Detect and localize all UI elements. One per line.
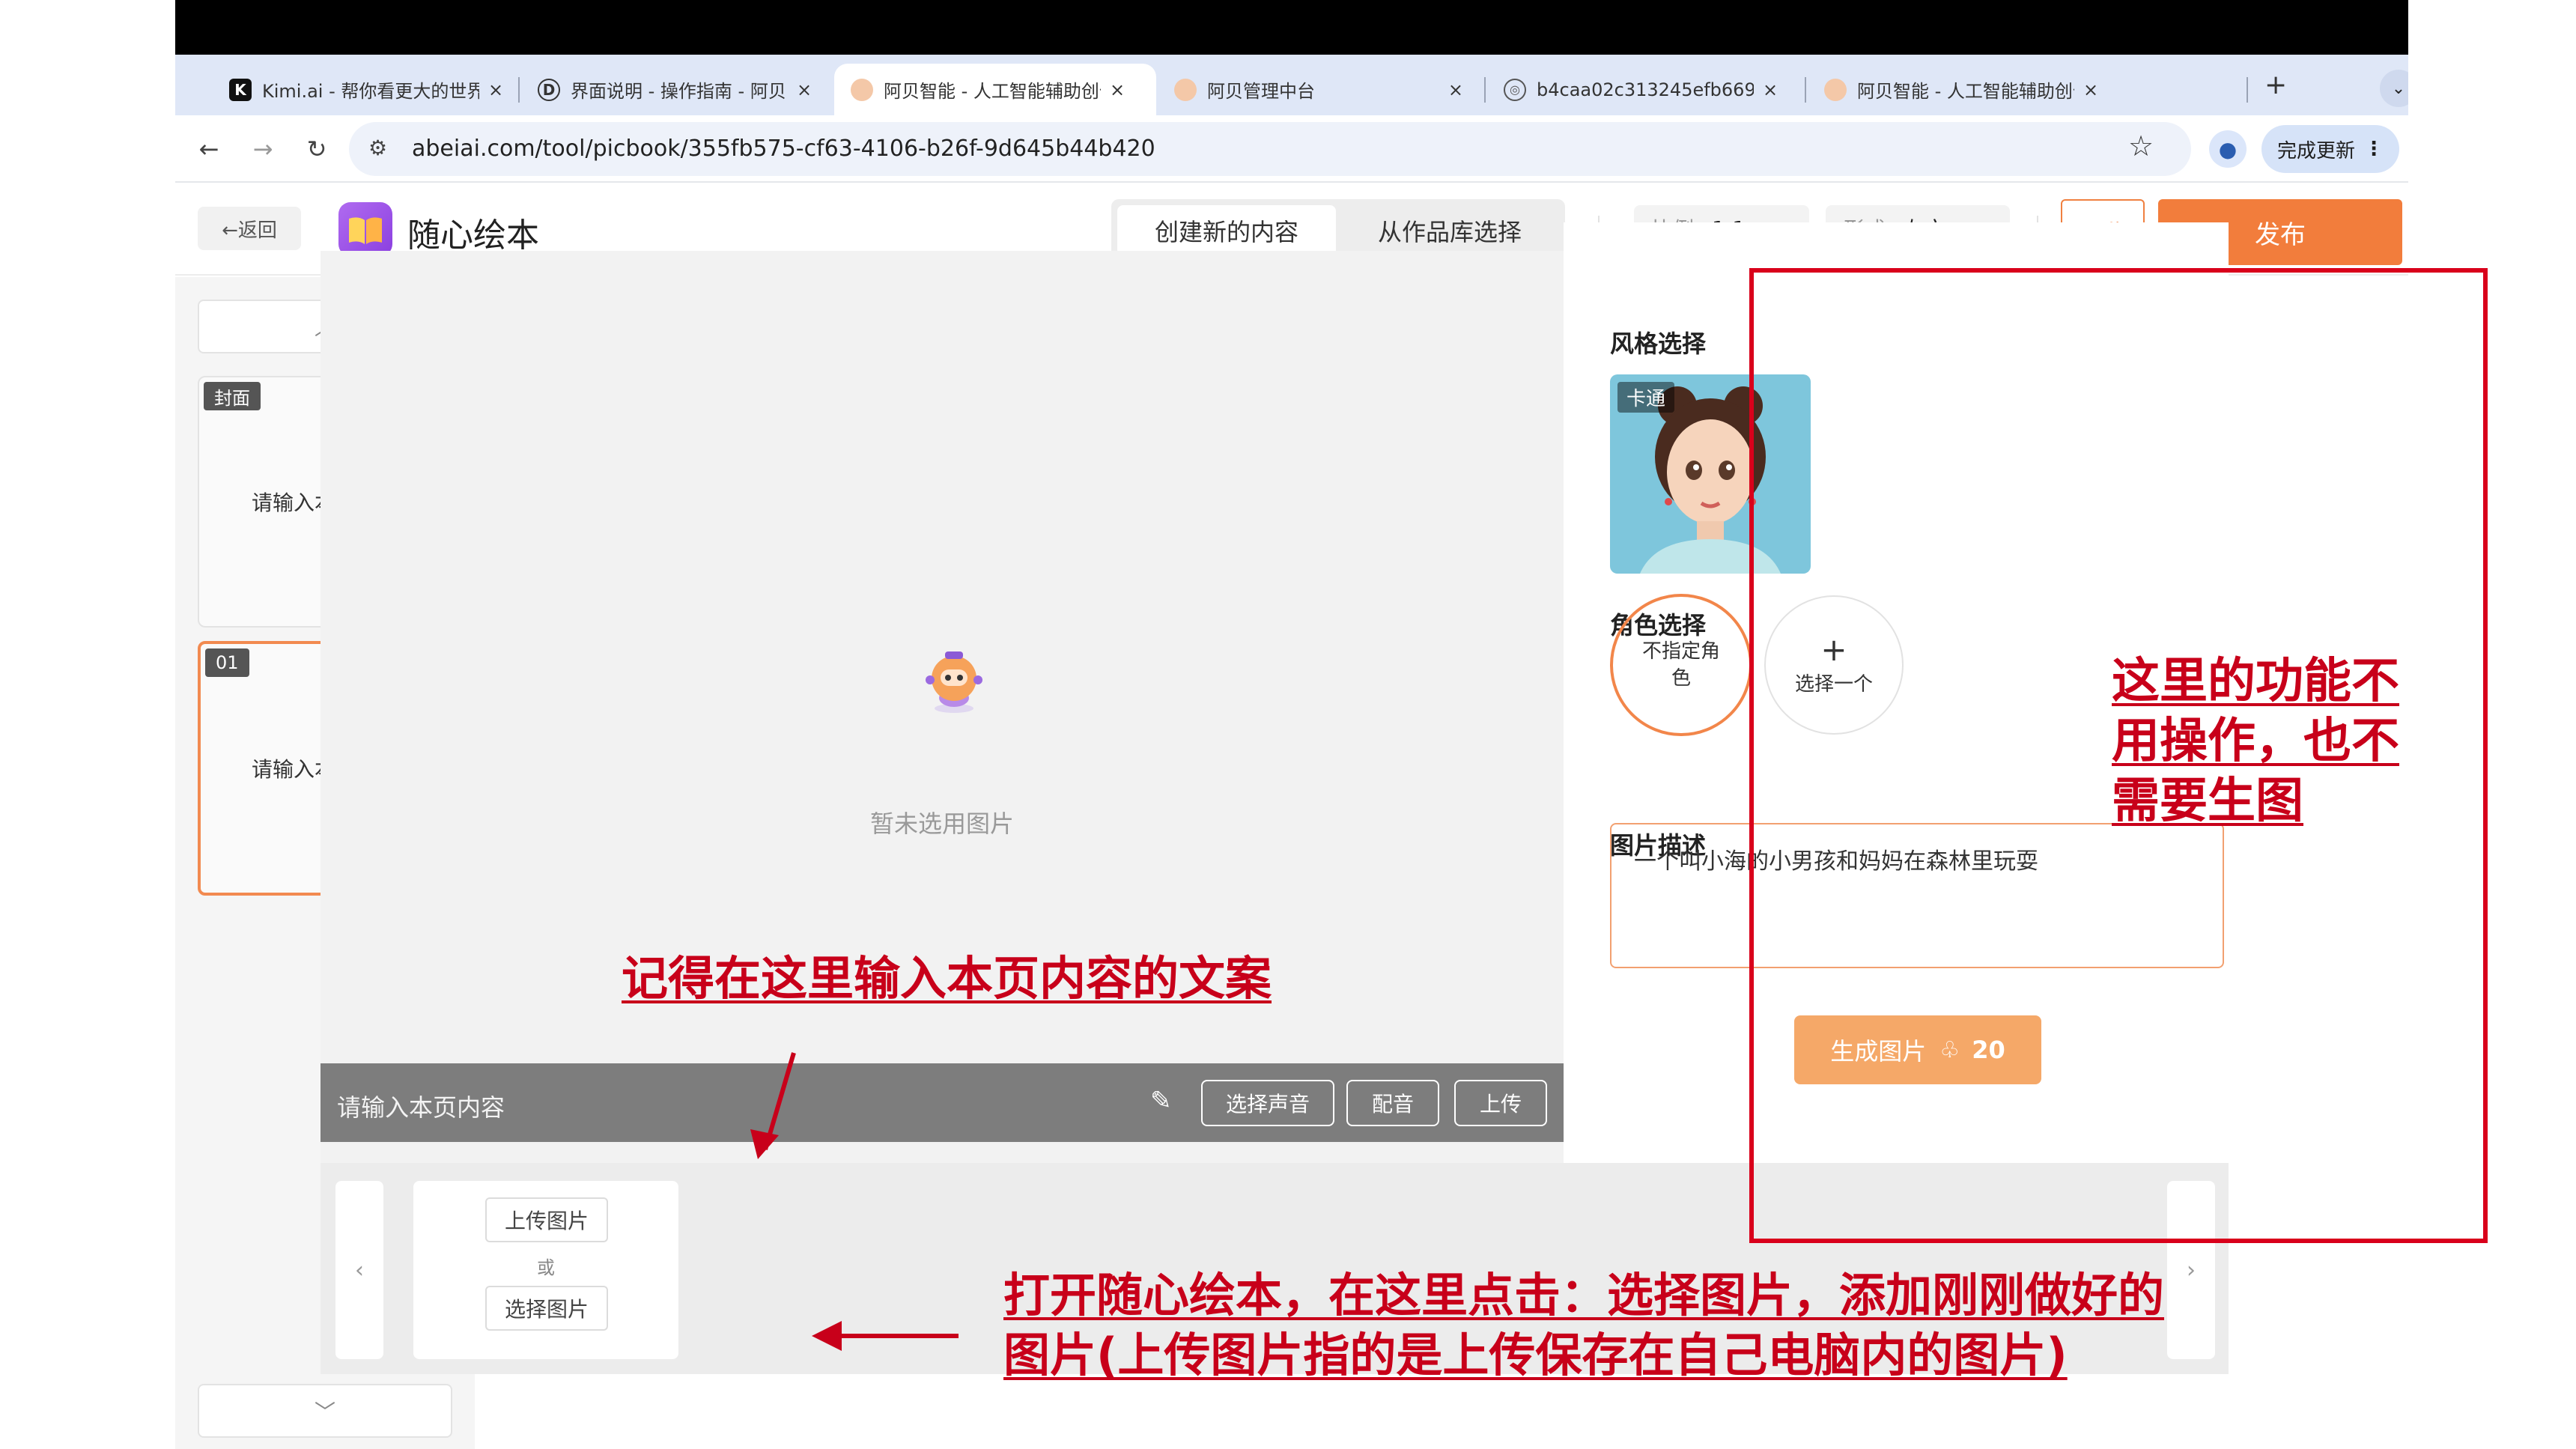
annotation-arrow-down: [750, 1052, 796, 1159]
annotation-arrows: [750, 1052, 959, 1351]
annotation-arrow-left: [812, 1321, 959, 1351]
